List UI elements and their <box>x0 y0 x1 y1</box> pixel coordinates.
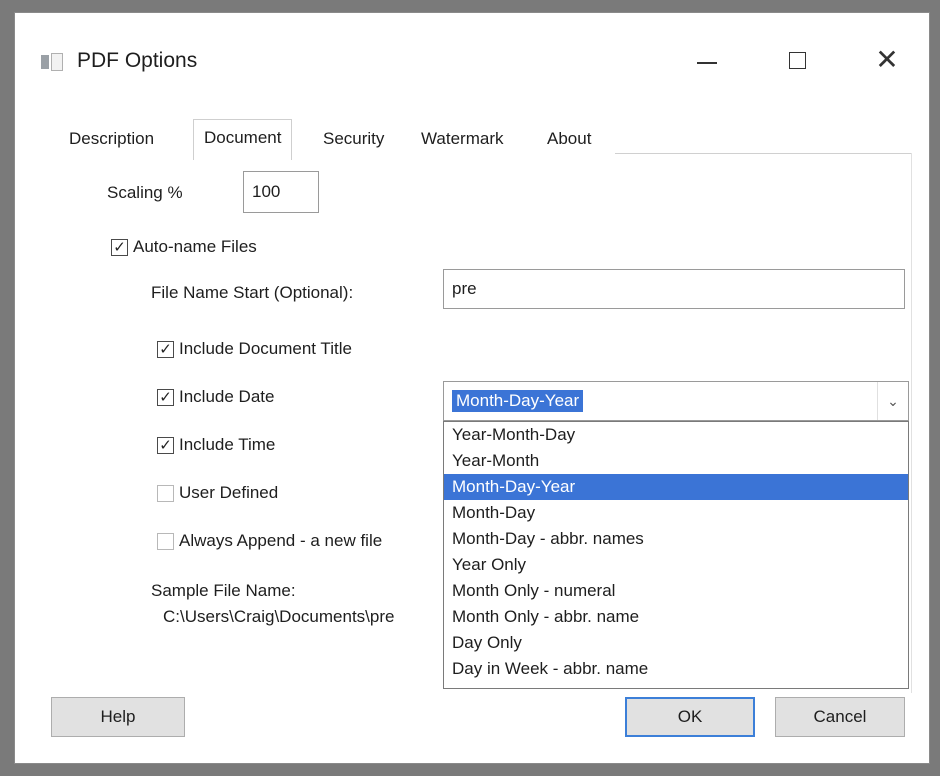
dropdown-option[interactable]: Month-Day - abbr. names <box>444 526 908 552</box>
auto-name-label: Auto-name Files <box>133 237 257 256</box>
cancel-button[interactable]: Cancel <box>775 697 905 737</box>
tab-description[interactable]: Description <box>69 129 154 149</box>
scaling-label: Scaling % <box>107 183 183 202</box>
help-button[interactable]: Help <box>51 697 185 737</box>
tab-divider <box>615 153 911 154</box>
include-title-label: Include Document Title <box>179 339 352 358</box>
tab-document[interactable]: Document <box>193 119 293 160</box>
auto-name-checkbox[interactable]: ✓ <box>111 239 128 256</box>
sample-file-name-label: Sample File Name: <box>151 581 296 600</box>
dropdown-option[interactable]: Year-Month <box>444 448 908 474</box>
tab-about[interactable]: About <box>547 129 591 149</box>
maximize-button[interactable] <box>769 37 825 83</box>
window-title: PDF Options <box>77 49 198 72</box>
minimize-button[interactable] <box>679 37 735 83</box>
chevron-down-icon[interactable]: ⌄ <box>877 382 908 420</box>
maximize-icon <box>788 51 806 69</box>
title-bar: PDF Options ✕ <box>15 13 929 109</box>
file-name-start-input[interactable]: pre <box>443 269 905 309</box>
include-date-label: Include Date <box>179 387 275 406</box>
dropdown-option-selected[interactable]: Month-Day-Year <box>444 474 908 500</box>
dropdown-option[interactable]: Day Only <box>444 630 908 656</box>
minimize-icon <box>697 62 717 64</box>
sample-file-name-value: C:\Users\Craig\Documents\pre <box>163 607 395 626</box>
always-append-checkbox[interactable] <box>157 533 174 550</box>
dropdown-option[interactable]: Month Only - abbr. name <box>444 604 908 630</box>
date-format-dropdown: Year-Month-Day Year-Month Month-Day-Year… <box>443 421 909 689</box>
app-icon <box>41 53 63 71</box>
include-time-label: Include Time <box>179 435 276 454</box>
user-defined-label: User Defined <box>179 483 279 502</box>
include-date-checkbox[interactable]: ✓ <box>157 389 174 406</box>
close-icon: ✕ <box>875 43 899 76</box>
tab-watermark[interactable]: Watermark <box>421 129 504 149</box>
always-append-label: Always Append - a new file <box>179 531 383 550</box>
file-name-start-label: File Name Start (Optional): <box>151 283 354 302</box>
include-time-checkbox[interactable]: ✓ <box>157 437 174 454</box>
ok-button[interactable]: OK <box>625 697 755 737</box>
dropdown-option[interactable]: Day in Week - abbr. name <box>444 656 908 682</box>
pdf-options-dialog: PDF Options ✕ Description Document Secur… <box>14 12 930 764</box>
close-button[interactable]: ✕ <box>859 37 915 83</box>
panel-border <box>911 153 912 693</box>
include-title-checkbox[interactable]: ✓ <box>157 341 174 358</box>
dropdown-option[interactable]: Year-Month-Day <box>444 422 908 448</box>
dropdown-option[interactable]: Month-Day <box>444 500 908 526</box>
date-format-selected: Month-Day-Year <box>452 390 584 412</box>
dropdown-option[interactable]: Year Only <box>444 552 908 578</box>
scaling-input[interactable]: 100 <box>243 171 319 213</box>
dropdown-option[interactable]: Month Only - numeral <box>444 578 908 604</box>
tab-security[interactable]: Security <box>323 129 384 149</box>
date-format-select[interactable]: Month-Day-Year ⌄ <box>443 381 909 421</box>
user-defined-checkbox[interactable] <box>157 485 174 502</box>
